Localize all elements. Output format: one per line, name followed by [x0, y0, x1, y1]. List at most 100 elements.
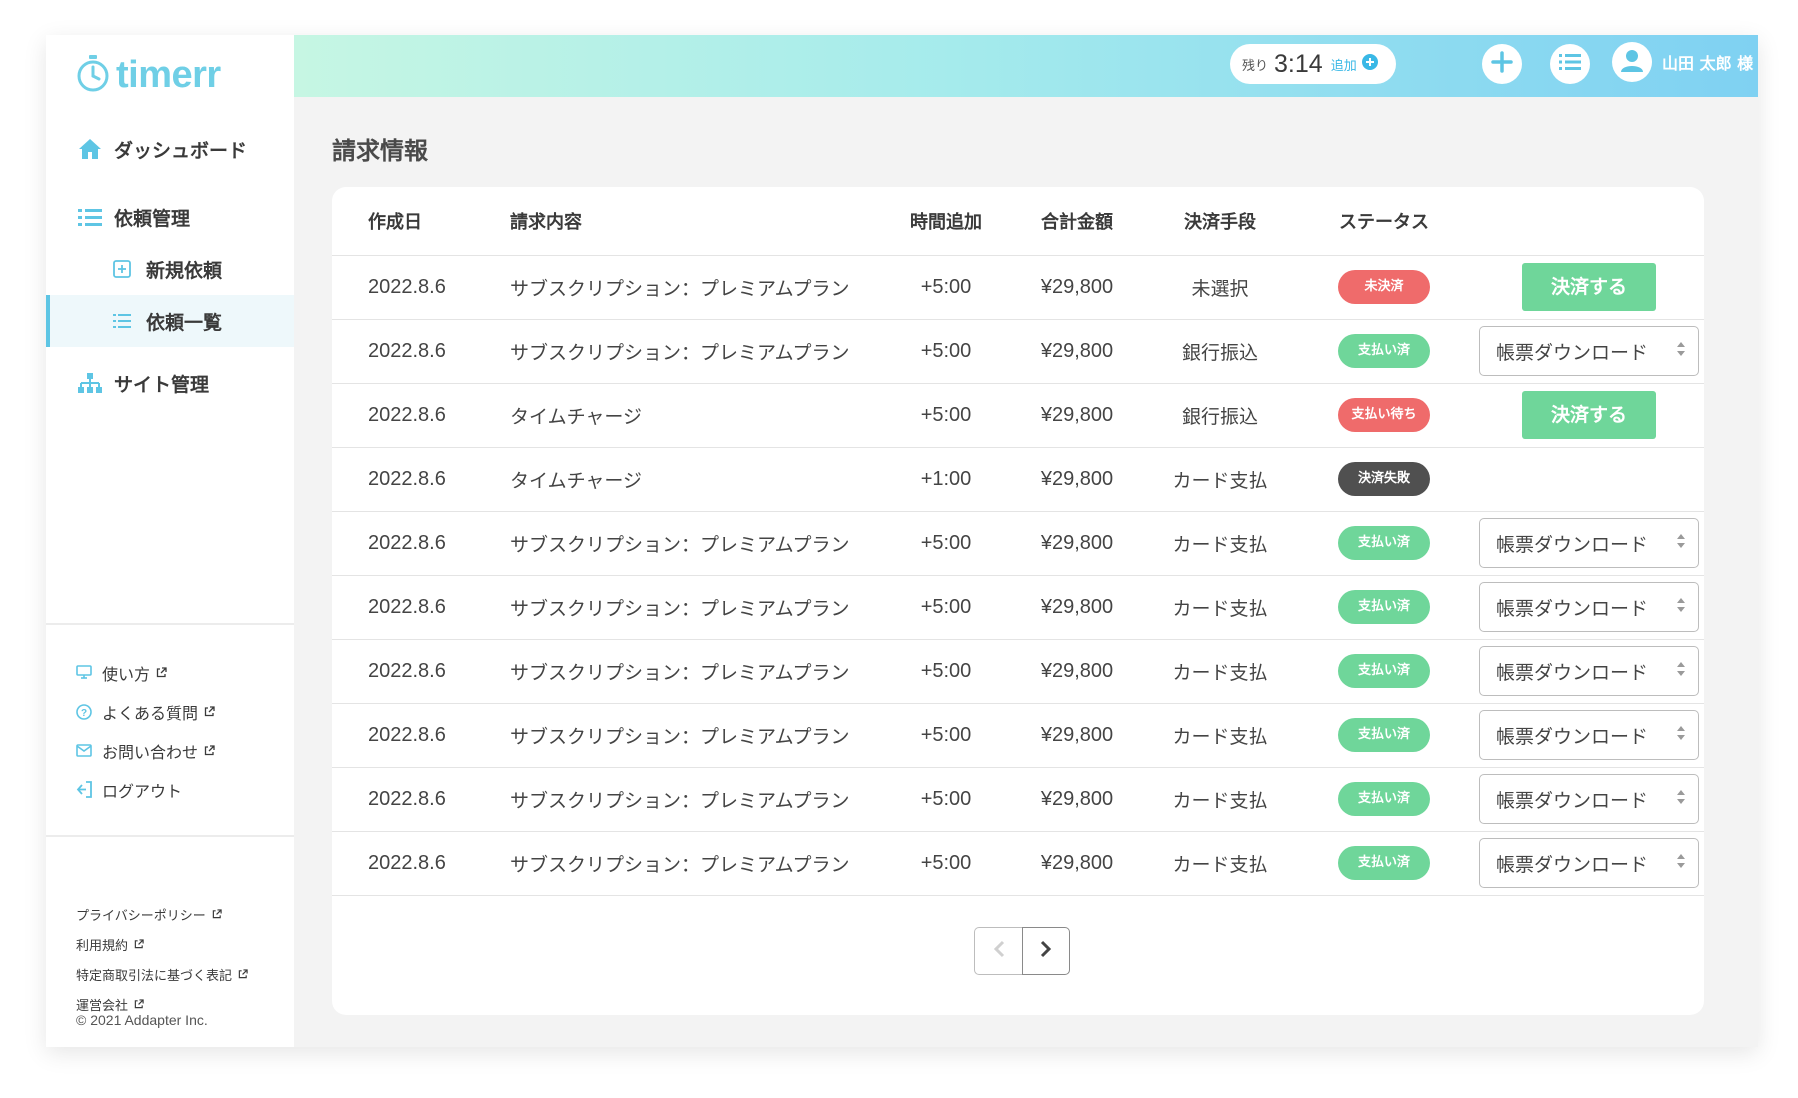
cell-content: タイムチャージ	[504, 383, 884, 448]
cell-payment-method: カード支払	[1146, 767, 1294, 832]
external-link-icon	[238, 969, 248, 979]
download-invoice-select[interactable]: 帳票ダウンロード	[1479, 518, 1699, 568]
sort-arrows-icon	[1676, 532, 1686, 554]
status-badge: 支払い済	[1338, 846, 1430, 880]
link-logout[interactable]: ログアウト	[76, 770, 215, 809]
link-contact[interactable]: お問い合わせ	[76, 731, 215, 770]
cell-content: サブスクリプション：プレミアムプラン	[504, 255, 884, 320]
sort-arrows-icon	[1676, 724, 1686, 746]
cell-action: 帳票ダウンロード	[1474, 831, 1704, 896]
request-list-button[interactable]	[1550, 44, 1590, 84]
link-how-to-use[interactable]: 使い方	[76, 653, 215, 692]
logo[interactable]: timerr	[76, 53, 221, 97]
cell-action: 帳票ダウンロード	[1474, 575, 1704, 640]
cell-payment-method: カード支払	[1146, 575, 1294, 640]
cell-action: 帳票ダウンロード	[1474, 767, 1704, 832]
download-invoice-select[interactable]: 帳票ダウンロード	[1479, 646, 1699, 696]
link-terms[interactable]: 利用規約	[76, 929, 248, 959]
cell-content: サブスクリプション：プレミアムプラン	[504, 639, 884, 704]
download-invoice-select[interactable]: 帳票ダウンロード	[1479, 838, 1699, 888]
user-menu[interactable]: 山田 太郎 様	[1612, 42, 1753, 82]
download-invoice-label: 帳票ダウンロード	[1496, 341, 1649, 364]
status-badge: 支払い済	[1338, 526, 1430, 560]
status-badge: 支払い済	[1338, 334, 1430, 368]
sidebar-item-requests[interactable]: 依頼管理	[46, 191, 294, 243]
table-row: 2022.8.6 タイムチャージ +1:00 ¥29,800 カード支払 決済失敗	[332, 447, 1704, 512]
external-link-icon	[204, 706, 215, 717]
chevron-right-icon	[1040, 940, 1052, 962]
sort-arrows-icon	[1676, 788, 1686, 810]
download-invoice-select[interactable]: 帳票ダウンロード	[1479, 774, 1699, 824]
link-label: 運営会社	[76, 998, 129, 1014]
billing-table: 作成日 請求内容 時間追加 合計金額 決済手段 ステータス 2022.8.6 サブ…	[332, 187, 1704, 896]
cell-time-added: +5:00	[884, 255, 1008, 320]
prev-page-button[interactable]	[974, 927, 1022, 975]
monitor-icon	[76, 665, 98, 680]
list-icon	[108, 309, 136, 333]
legal-links: プライバシーポリシー 利用規約 特定商取引法に基づく表記 運営会社	[76, 899, 248, 1019]
link-commercial-law[interactable]: 特定商取引法に基づく表記	[76, 959, 248, 989]
sidebar-item-request-list[interactable]: 依頼一覧	[46, 295, 294, 347]
link-privacy-policy[interactable]: プライバシーポリシー	[76, 899, 248, 929]
download-invoice-select[interactable]: 帳票ダウンロード	[1479, 710, 1699, 760]
next-page-button[interactable]	[1022, 927, 1070, 975]
pay-button[interactable]: 決済する	[1522, 391, 1656, 439]
sort-arrows-icon	[1676, 660, 1686, 682]
cell-time-added: +5:00	[884, 575, 1008, 640]
column-header-action	[1474, 187, 1704, 256]
link-label: 特定商取引法に基づく表記	[76, 968, 233, 984]
cell-total: ¥29,800	[1008, 319, 1146, 384]
cell-date: 2022.8.6	[332, 255, 504, 320]
link-faq[interactable]: ? よくある質問	[76, 692, 215, 731]
sidebar-nav: ダッシュボード 依頼管理 新規依頼 依頼一覧 サイト管理	[46, 123, 294, 409]
list-icon	[76, 205, 104, 229]
top-header: 残り 3:14 追加 山田 太郎 様	[294, 35, 1758, 97]
sidebar-item-new-request[interactable]: 新規依頼	[46, 243, 294, 295]
cell-action: 決済する	[1474, 383, 1704, 448]
sidebar-item-label: 新規依頼	[146, 259, 223, 282]
download-invoice-label: 帳票ダウンロード	[1496, 853, 1649, 876]
cell-payment-method: 銀行振込	[1146, 319, 1294, 384]
download-invoice-label: 帳票ダウンロード	[1496, 789, 1649, 812]
download-invoice-select[interactable]: 帳票ダウンロード	[1479, 582, 1699, 632]
add-time-link[interactable]: 追加	[1331, 55, 1357, 74]
column-header-total: 合計金額	[1008, 187, 1146, 256]
download-invoice-select[interactable]: 帳票ダウンロード	[1479, 326, 1699, 376]
external-link-icon	[156, 667, 167, 678]
cell-total: ¥29,800	[1008, 831, 1146, 896]
new-request-button[interactable]	[1482, 44, 1522, 84]
sidebar-item-site-management[interactable]: サイト管理	[46, 357, 294, 409]
cell-status: 未決済	[1294, 255, 1474, 320]
cell-payment-method: 銀行振込	[1146, 383, 1294, 448]
plus-circle-icon[interactable]	[1361, 53, 1379, 75]
cell-payment-method: カード支払	[1146, 831, 1294, 896]
download-invoice-label: 帳票ダウンロード	[1496, 533, 1649, 556]
remaining-time-pill: 残り 3:14 追加	[1230, 44, 1396, 84]
cell-content: サブスクリプション：プレミアムプラン	[504, 703, 884, 768]
cell-payment-method: 未選択	[1146, 255, 1294, 320]
sidebar-divider	[46, 835, 294, 837]
cell-content: サブスクリプション：プレミアムプラン	[504, 767, 884, 832]
cell-date: 2022.8.6	[332, 383, 504, 448]
question-circle-icon: ?	[76, 703, 98, 720]
table-row: 2022.8.6 サブスクリプション：プレミアムプラン +5:00 ¥29,800 カー…	[332, 703, 1704, 768]
column-header-payment-method: 決済手段	[1146, 187, 1294, 256]
table-row: 2022.8.6 サブスクリプション：プレミアムプラン +5:00 ¥29,800 カー…	[332, 639, 1704, 704]
sidebar-item-dashboard[interactable]: ダッシュボード	[46, 123, 294, 175]
pay-button[interactable]: 決済する	[1522, 263, 1656, 311]
sidebar: timerr ダッシュボード 依頼管理 新規依頼 依頼一覧 サイト管理 使い方 …	[46, 35, 294, 1047]
user-icon	[1619, 47, 1645, 77]
cell-status: 支払い済	[1294, 511, 1474, 576]
table-row: 2022.8.6 タイムチャージ +5:00 ¥29,800 銀行振込 支払い待ち 決済する	[332, 383, 1704, 448]
billing-card: 作成日 請求内容 時間追加 合計金額 決済手段 ステータス 2022.8.6 サブ…	[332, 187, 1704, 1015]
plus-icon	[1491, 51, 1513, 77]
cell-action: 帳票ダウンロード	[1474, 703, 1704, 768]
link-label: よくある質問	[102, 703, 199, 723]
list-icon	[1559, 53, 1581, 75]
column-header-date: 作成日	[332, 187, 504, 256]
cell-action: 帳票ダウンロード	[1474, 319, 1704, 384]
copyright: © 2021 Addapter Inc.	[76, 1012, 208, 1028]
cell-time-added: +5:00	[884, 639, 1008, 704]
cell-date: 2022.8.6	[332, 319, 504, 384]
cell-content: サブスクリプション：プレミアムプラン	[504, 831, 884, 896]
